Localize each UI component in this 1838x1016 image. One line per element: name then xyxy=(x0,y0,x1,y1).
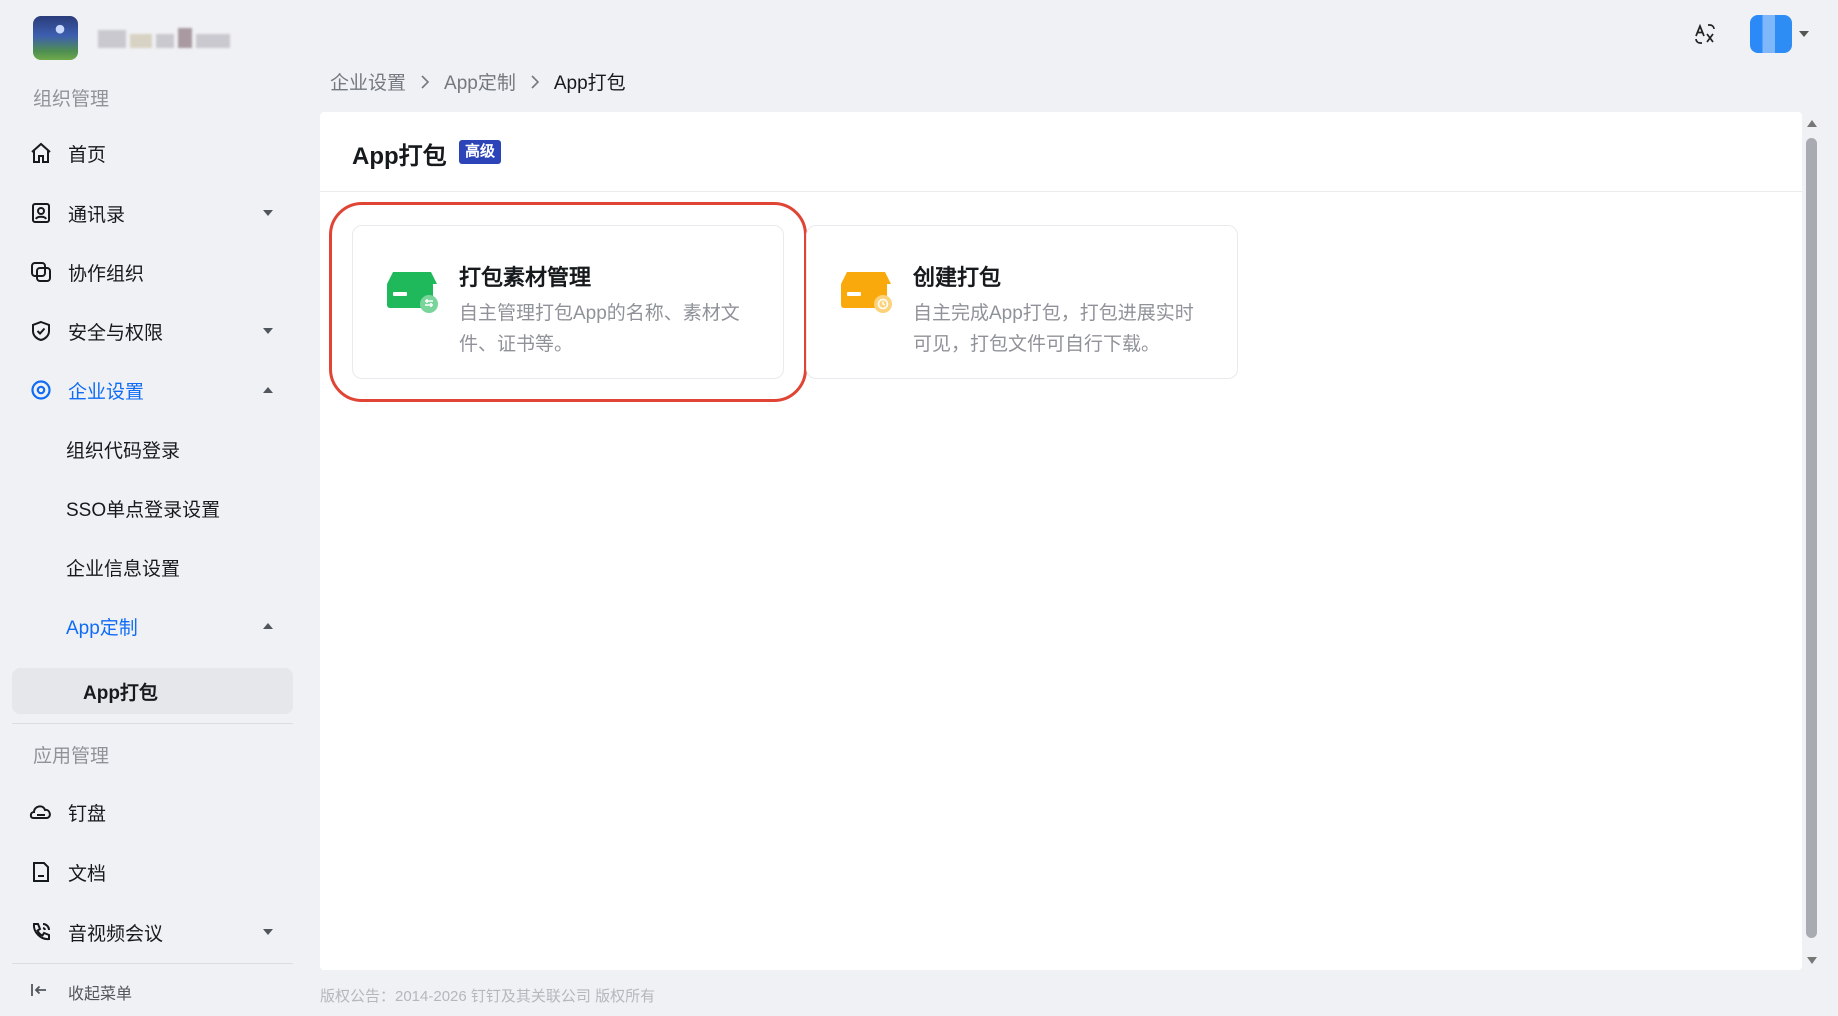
caret-down-icon xyxy=(262,926,274,938)
sidebar-item-label: App定制 xyxy=(66,617,138,639)
sidebar-item-label: 组织代码登录 xyxy=(66,440,181,462)
scrollbar[interactable] xyxy=(1800,112,1824,970)
caret-up-icon xyxy=(262,620,274,632)
card-title: 创建打包 xyxy=(913,265,1002,290)
sidebar-item-video-meeting[interactable]: 音视频会议 xyxy=(0,907,300,957)
sidebar-item-label: SSO单点登录设置 xyxy=(66,499,221,521)
contacts-icon xyxy=(28,200,54,226)
sidebar-item-label: 文档 xyxy=(68,863,107,885)
chevron-right-icon xyxy=(531,74,539,89)
package-materials-icon xyxy=(387,272,438,313)
card-description: 自主完成App打包，打包进展实时可见，打包文件可自行下载。 xyxy=(913,303,1194,355)
sidebar-item-label: 音视频会议 xyxy=(68,923,164,945)
card-create-package[interactable]: 创建打包 自主完成App打包，打包进展实时可见，打包文件可自行下载。 xyxy=(806,225,1238,379)
org-logo[interactable] xyxy=(33,16,78,60)
sidebar-item-home[interactable]: 首页 xyxy=(0,128,300,178)
shield-icon xyxy=(28,318,54,344)
sidebar-item-enterprise-settings[interactable]: 企业设置 xyxy=(0,365,300,415)
card-package-materials[interactable]: 打包素材管理 自主管理打包App的名称、素材文件、证书等。 xyxy=(329,202,807,402)
home-icon xyxy=(28,140,54,166)
main-panel: App打包 高级 打包素材管理 自主管理打包App的名称、素材文件、证书等。 创… xyxy=(320,112,1802,970)
sidebar-divider xyxy=(12,723,293,724)
sidebar-subitem-enterprise-info[interactable]: 企业信息设置 xyxy=(0,542,300,592)
translate-icon xyxy=(1695,23,1715,44)
scroll-up-arrow-icon[interactable] xyxy=(1806,118,1818,128)
collapse-icon xyxy=(30,981,48,1004)
collapse-menu-button[interactable]: 收起菜单 xyxy=(0,972,300,1012)
translate-button[interactable] xyxy=(1690,19,1720,49)
sidebar-item-label: 通讯录 xyxy=(68,204,126,226)
sidebar-item-security[interactable]: 安全与权限 xyxy=(0,306,300,356)
avatar[interactable] xyxy=(1750,15,1792,53)
sidebar-item-label: 钉盘 xyxy=(68,803,107,825)
sidebar-subitem-sso[interactable]: SSO单点登录设置 xyxy=(0,483,300,533)
scrollbar-thumb[interactable] xyxy=(1806,138,1817,938)
scroll-down-arrow-icon[interactable] xyxy=(1806,956,1818,966)
sidebar-item-collab-org[interactable]: 协作组织 xyxy=(0,247,300,297)
breadcrumb-app-customization[interactable]: App定制 xyxy=(444,68,516,95)
sidebar-subitem-org-code-login[interactable]: 组织代码登录 xyxy=(0,424,300,474)
settings-icon xyxy=(28,377,54,403)
sidebar-item-label: App打包 xyxy=(83,682,158,704)
card-title: 打包素材管理 xyxy=(459,265,592,290)
org-name-blurred xyxy=(98,22,238,48)
sidebar-item-contacts[interactable]: 通讯录 xyxy=(0,188,300,238)
breadcrumb: 企业设置 App定制 App打包 xyxy=(330,68,626,95)
collab-org-icon xyxy=(28,259,54,285)
sidebar-item-label: 企业信息设置 xyxy=(66,558,181,580)
sidebar-leaf-app-packaging[interactable]: App打包 xyxy=(12,668,293,714)
caret-down-icon xyxy=(262,207,274,219)
section-title-apps: 应用管理 xyxy=(33,746,110,767)
page-title: App打包 xyxy=(352,143,447,170)
create-package-icon xyxy=(841,272,892,313)
sidebar-item-label: 企业设置 xyxy=(68,381,145,403)
sidebar: 组织管理 首页 通讯录 协作组织 安全与权限 企业设置 组织代码登录 SSO单点… xyxy=(0,70,300,1016)
copyright-footer: 版权公告：2014-2026 钉钉及其关联公司 版权所有 xyxy=(320,988,656,1005)
chevron-right-icon xyxy=(421,74,430,89)
premium-badge: 高级 xyxy=(459,140,502,164)
sidebar-divider xyxy=(12,963,293,964)
document-icon xyxy=(28,859,54,885)
user-menu[interactable] xyxy=(1750,15,1810,53)
cloud-drive-icon xyxy=(28,799,54,825)
breadcrumb-current: App打包 xyxy=(553,73,626,94)
breadcrumb-enterprise-settings[interactable]: 企业设置 xyxy=(330,68,406,95)
chevron-down-icon xyxy=(1799,31,1809,37)
sidebar-subitem-app-customization[interactable]: App定制 xyxy=(0,601,300,651)
card-description: 自主管理打包App的名称、素材文件、证书等。 xyxy=(459,303,740,355)
sidebar-item-label: 首页 xyxy=(68,144,107,166)
sidebar-item-label: 协作组织 xyxy=(68,263,145,285)
section-title-org: 组织管理 xyxy=(33,89,110,110)
topbar-actions xyxy=(1690,14,1810,54)
collapse-menu-label: 收起菜单 xyxy=(68,986,133,1003)
sidebar-item-ding-drive[interactable]: 钉盘 xyxy=(0,787,300,837)
sidebar-item-docs[interactable]: 文档 xyxy=(0,847,300,897)
panel-header: App打包 高级 xyxy=(320,112,1802,192)
caret-up-icon xyxy=(262,384,274,396)
video-call-icon xyxy=(28,919,54,945)
sidebar-item-label: 安全与权限 xyxy=(68,322,164,344)
caret-down-icon xyxy=(262,325,274,337)
